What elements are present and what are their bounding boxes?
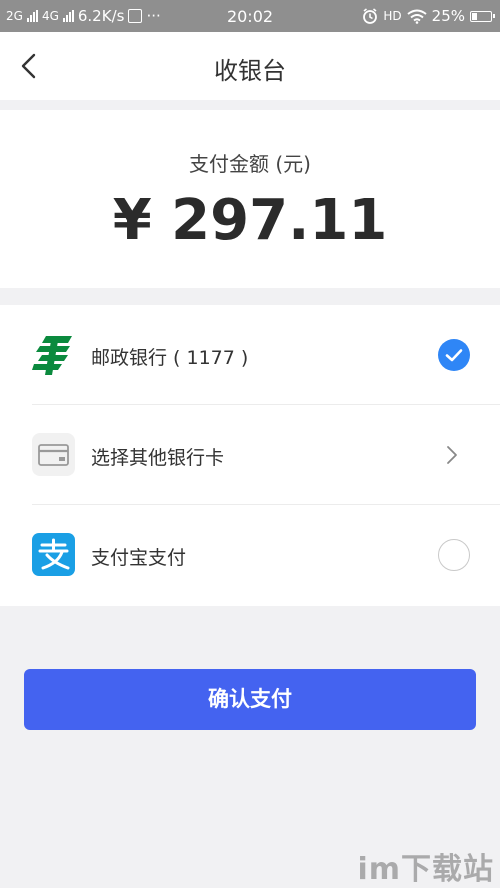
- payment-option-postal-bank[interactable]: 邮政银行 ( 1177 ): [0, 305, 500, 405]
- payment-method-list: 邮政银行 ( 1177 ) 选择其他银行卡 支付宝支付: [0, 305, 500, 606]
- confirm-payment-button[interactable]: 确认支付: [24, 669, 476, 730]
- watermark-logo: im下载站: [357, 852, 494, 887]
- hd-label: HD: [383, 9, 402, 23]
- amount-value: ¥ 297.11: [112, 188, 388, 253]
- alarm-icon: [363, 8, 378, 24]
- chevron-right-icon: [447, 446, 457, 464]
- bank-card-icon: [32, 433, 75, 476]
- wifi-icon: [407, 9, 427, 24]
- payment-option-alipay[interactable]: 支付宝支付: [0, 505, 500, 605]
- postal-bank-logo-icon: [32, 336, 72, 375]
- alipay-logo-icon: [32, 533, 75, 576]
- status-right: HD 25%: [362, 7, 495, 25]
- header: 收银台: [0, 32, 500, 100]
- battery-icon: [470, 10, 495, 22]
- amount-label: 支付金额 (元): [189, 152, 311, 176]
- payment-option-label: 支付宝支付: [91, 547, 187, 569]
- payment-option-label: 选择其他银行卡: [91, 447, 225, 469]
- status-bar: 2G 4G 6.2K/s ··· 20:02 HD 25%: [0, 0, 500, 32]
- unselected-radio-icon[interactable]: [438, 539, 470, 571]
- payment-option-label: 邮政银行 ( 1177 ): [91, 347, 249, 369]
- battery-percent: 25%: [431, 7, 465, 25]
- payment-option-other-card[interactable]: 选择其他银行卡: [0, 405, 500, 505]
- amount-card: 支付金额 (元) ¥ 297.11: [0, 110, 500, 288]
- selected-check-icon[interactable]: [438, 339, 470, 371]
- checkmark-icon: [445, 349, 463, 362]
- page-title: 收银台: [214, 57, 286, 85]
